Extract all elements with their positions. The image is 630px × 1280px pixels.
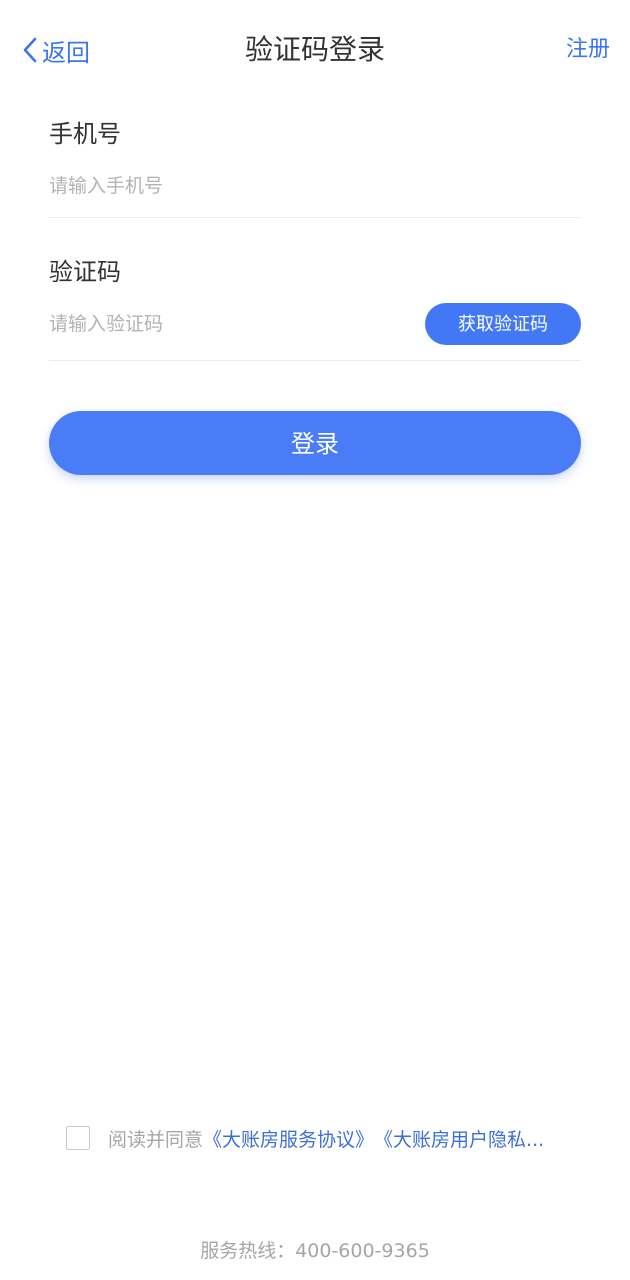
service-agreement-link[interactable]: 《大账房服务协议》 [203,1125,374,1152]
agreement-checkbox[interactable] [66,1126,90,1150]
page-title: 验证码登录 [244,33,385,66]
code-input[interactable] [49,306,409,342]
code-field-group: 验证码 获取验证码 [49,248,581,361]
register-link[interactable]: 注册 [566,30,610,70]
phone-input[interactable] [49,168,409,204]
phone-label: 手机号 [49,120,121,148]
service-hotline: 服务热线：400-600-9365 [200,1240,430,1262]
get-code-button[interactable]: 获取验证码 [425,303,581,345]
phone-field-group: 手机号 [49,110,581,218]
code-label: 验证码 [49,258,121,286]
privacy-policy-link[interactable]: 《大账房用户隐私... [374,1125,544,1152]
agreement-prefix: 阅读并同意 [108,1128,204,1151]
agreement-row: 阅读并同意 《大账房服务协议》 《大账房用户隐私... [66,1122,586,1154]
top-bar: 返回 验证码登录 注册 [0,0,630,100]
login-button[interactable]: 登录 [49,411,581,475]
